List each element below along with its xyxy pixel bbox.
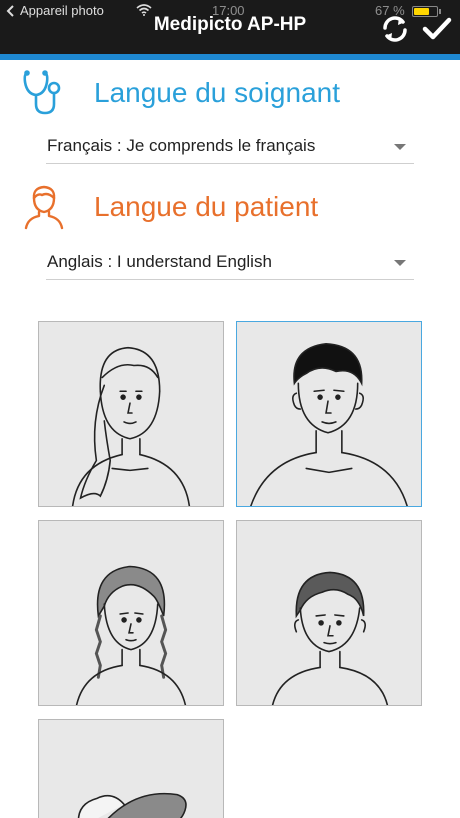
patient-language-select[interactable]: Anglais : I understand English	[46, 246, 414, 280]
woman-avatar[interactable]	[38, 321, 224, 507]
stethoscope-icon	[23, 70, 61, 115]
patient-language-header: Langue du patient	[22, 184, 318, 230]
woman-portrait-icon	[71, 346, 191, 506]
girl-portrait-icon	[75, 565, 187, 705]
sync-icon	[383, 16, 407, 42]
checkmark-icon	[422, 17, 452, 40]
caregiver-language-value: Français : Je comprends le français	[47, 136, 316, 155]
dropdown-caret-icon	[394, 144, 406, 150]
boy-avatar[interactable]	[236, 520, 422, 706]
sync-button[interactable]	[378, 12, 412, 46]
caregiver-language-header: Langue du soignant	[22, 70, 340, 116]
man-portrait-icon	[250, 342, 408, 506]
header-accent-bar	[0, 54, 460, 60]
patient-language-value: Anglais : I understand English	[47, 252, 272, 271]
man-avatar[interactable]	[236, 321, 422, 507]
baby-portrait-icon	[77, 792, 187, 818]
baby-avatar[interactable]	[38, 719, 224, 818]
patient-language-title: Langue du patient	[94, 191, 319, 222]
caregiver-language-select[interactable]: Français : Je comprends le français	[46, 130, 414, 164]
girl-avatar[interactable]	[38, 520, 224, 706]
boy-portrait-icon	[271, 571, 389, 705]
confirm-button[interactable]	[420, 12, 454, 46]
dropdown-caret-icon	[394, 260, 406, 266]
caregiver-language-title: Langue du soignant	[94, 77, 340, 108]
person-icon	[24, 185, 64, 230]
